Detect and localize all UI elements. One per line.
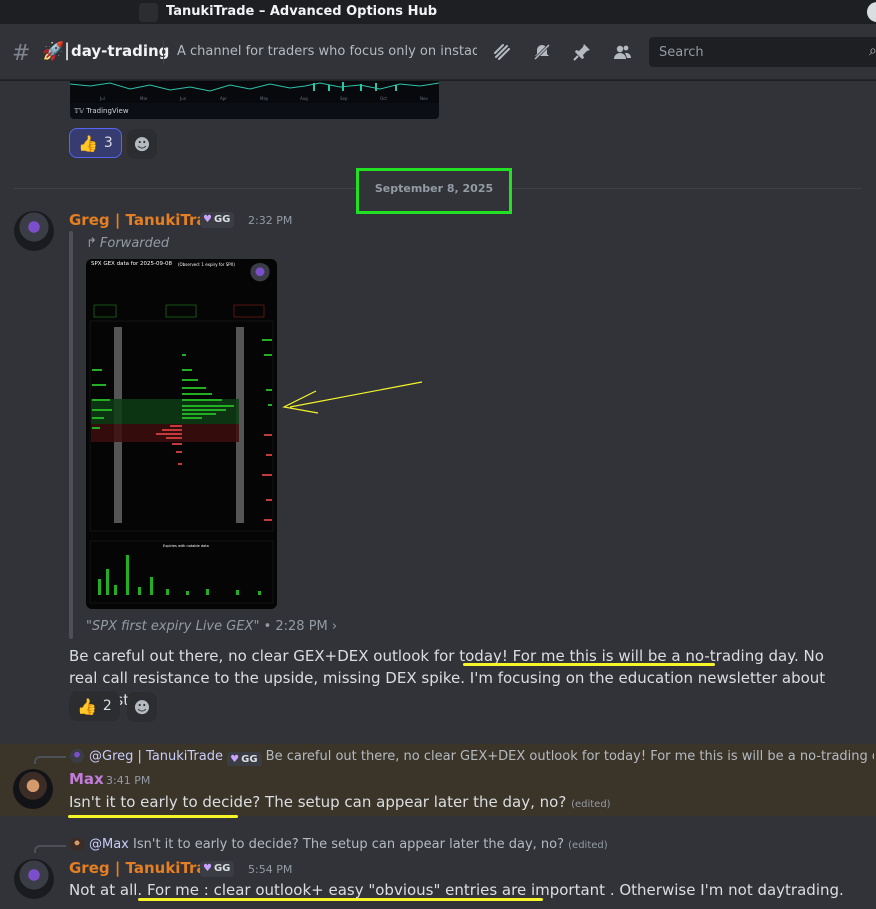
channel-name-pipe: | bbox=[64, 40, 71, 61]
channel-topic[interactable]: A channel for traders who focus only on … bbox=[177, 44, 477, 59]
window-title: TanukiTrade – Advanced Options Hub bbox=[166, 4, 438, 19]
tanuki-app-icon bbox=[139, 3, 158, 22]
channel-header: # 🚀 | day-trading A channel for traders … bbox=[0, 24, 876, 80]
channel-emoji: 🚀 bbox=[42, 41, 65, 62]
mute-icon[interactable] bbox=[530, 40, 554, 64]
threads-icon[interactable] bbox=[490, 40, 514, 64]
pin-icon[interactable] bbox=[570, 40, 594, 64]
search-box[interactable]: ⌕ bbox=[649, 37, 876, 67]
channel-name[interactable]: day-trading bbox=[71, 42, 169, 60]
header-divider bbox=[163, 40, 164, 64]
annotation-arrow bbox=[282, 381, 423, 414]
message-list[interactable]: Jul Mar Jun Apr May Aug Sep Oct Nov 𝕋𝕍 Trading… bbox=[0, 81, 876, 909]
search-input[interactable] bbox=[649, 37, 869, 67]
search-icon: ⌕ bbox=[869, 43, 876, 59]
window-control-button[interactable] bbox=[867, 2, 876, 22]
members-icon[interactable] bbox=[610, 40, 634, 64]
window-titlebar: TanukiTrade – Advanced Options Hub bbox=[0, 0, 876, 24]
hashtag-icon: # bbox=[12, 41, 31, 66]
